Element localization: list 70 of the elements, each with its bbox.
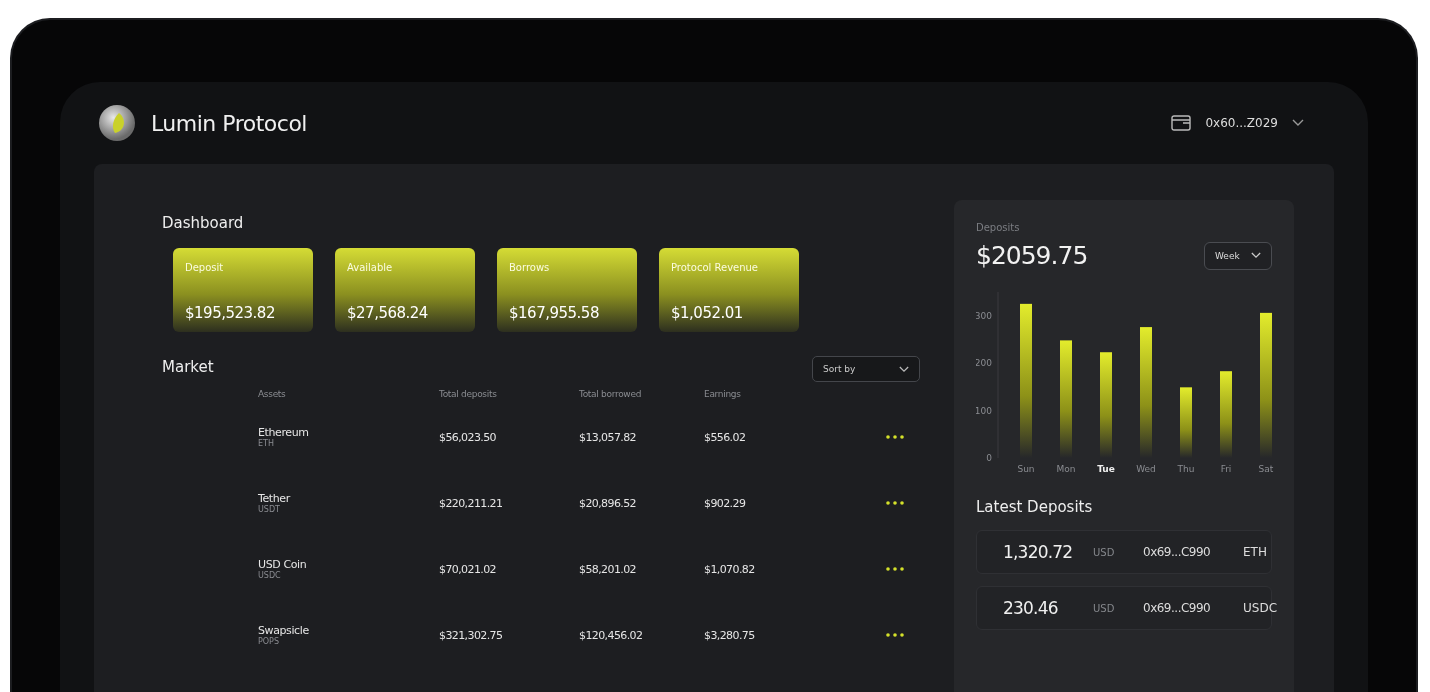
x-axis-label: Tue	[1097, 464, 1115, 474]
column-header: Total borrowed	[579, 389, 643, 399]
table-cell-text: $321,302.75	[439, 628, 504, 642]
table-cell-text: $556.02	[704, 430, 747, 444]
y-axis-label: 0	[986, 453, 992, 463]
table-cell-text: $13,057.82	[579, 430, 637, 444]
x-axis-label: Sat	[1258, 464, 1274, 474]
asset-symbol: ETH	[258, 439, 275, 448]
card-value: $1,052.01	[671, 304, 744, 322]
deposits-total: $2059.75	[976, 241, 1088, 270]
asset-symbol: POPS	[258, 637, 280, 646]
table-cell-text: $70,021.02	[439, 562, 497, 576]
x-axis-label: Wed	[1136, 464, 1156, 474]
deposit-amount: 230.46	[1003, 598, 1059, 618]
chevron-down-icon	[1292, 119, 1304, 127]
section-title: Dashboard	[162, 214, 245, 232]
section-title: Latest Deposits	[976, 498, 1094, 516]
more-options-icon	[886, 435, 904, 439]
more-options-icon	[886, 567, 904, 571]
asset-symbol: ETH	[1243, 545, 1268, 559]
card-value: $167,955.58	[509, 304, 600, 322]
chevron-down-icon	[1251, 252, 1261, 259]
asset-name: Ethereum	[258, 426, 310, 439]
leaf-logo-icon	[99, 105, 135, 141]
table-cell-text: $56,023.50	[439, 430, 497, 444]
asset-symbol: USDC	[258, 571, 282, 580]
wallet-address: 0x69...C990	[1143, 545, 1212, 559]
table-cell-text: $3,280.75	[704, 628, 756, 642]
currency-label: USD	[1093, 546, 1116, 558]
more-options-icon	[886, 633, 904, 637]
card-label: Borrows	[509, 262, 551, 273]
asset-symbol: USDC	[1243, 601, 1279, 615]
asset-name: Tether	[258, 492, 292, 505]
period-dropdown[interactable]: Week	[1204, 241, 1272, 270]
x-axis-label: Mon	[1056, 464, 1076, 474]
table-cell-text: $220,211.21	[439, 496, 504, 510]
y-axis-label: 300	[976, 310, 992, 321]
table-cell-text: $902.29	[704, 496, 747, 510]
y-axis-label: 200	[976, 358, 992, 369]
currency-label: USD	[1093, 602, 1116, 614]
column-header: Assets	[258, 389, 287, 399]
card-label: Protocol Revenue	[671, 262, 760, 273]
wallet-address: 0x69...C990	[1143, 601, 1212, 615]
card-value: $27,568.24	[347, 304, 429, 322]
x-axis-label: Sun	[1017, 464, 1035, 474]
table-cell-text: $58,201.02	[579, 562, 637, 576]
card-value: $195,523.82	[185, 304, 276, 322]
chevron-down-icon	[899, 365, 909, 373]
card-label: Deposit	[185, 262, 225, 273]
deposit-amount: 1,320.72	[1003, 542, 1074, 562]
table-cell-text: $1,070.82	[704, 562, 756, 576]
x-axis-label: Thu	[1177, 464, 1195, 474]
brand-name: Lumin Protocol	[151, 110, 307, 136]
table-cell-text: $20,896.52	[579, 496, 637, 510]
card-label: Available	[347, 262, 394, 273]
wallet-button[interactable]: 0x60...Z029	[1171, 115, 1304, 131]
asset-symbol: USDT	[258, 505, 281, 514]
column-header: Earnings	[704, 389, 742, 399]
column-header: Total deposits	[439, 389, 498, 399]
y-axis-label: 100	[976, 405, 992, 416]
section-title: Market	[162, 358, 214, 376]
sort-dropdown[interactable]: Sort by	[812, 356, 920, 382]
asset-name: USD Coin	[258, 558, 308, 571]
more-options-icon	[886, 501, 904, 505]
chart-bar	[1180, 387, 1192, 458]
x-axis-label: Fri	[1220, 464, 1232, 474]
wallet-icon	[1171, 115, 1192, 131]
deposits-label: Deposits	[976, 222, 1021, 233]
table-cell-text: $120,456.02	[579, 628, 644, 642]
asset-name: Swapsicle	[258, 624, 310, 637]
